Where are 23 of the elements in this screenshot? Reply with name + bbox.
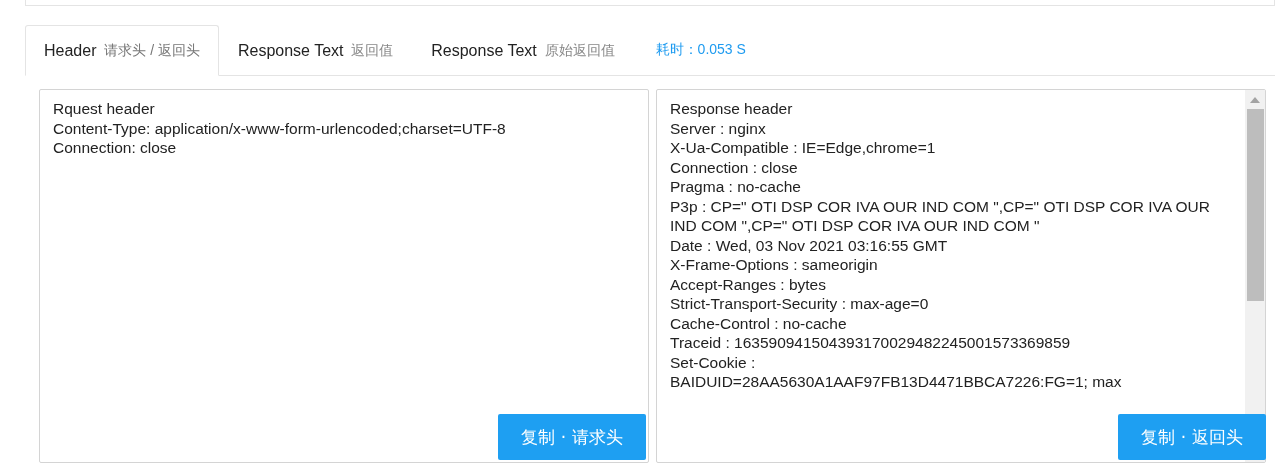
tab[interactable]: Header 请求头 / 返回头 [25,25,219,76]
header-line: Strict-Transport-Security : max-age=0 [670,294,930,314]
header-line: Connection: close [53,138,178,158]
header-line: X-Ua-Compatible : IE=Edge,chrome=1 [670,138,937,158]
header-line: BAIDUID=28AA5630A1AAF97FB13D4471BBCA7226:FG=1; max [670,372,1123,392]
scroll-up-arrow-icon[interactable] [1250,97,1260,103]
header-line: Cache-Control : no-cache [670,313,848,333]
tab[interactable]: Response Text 原始返回值 [412,25,634,76]
header-line: Connection : close [670,157,799,177]
tab[interactable]: Response Text 返回值 [218,25,413,76]
header-line: Set-Cookie : [670,352,757,372]
elapsed-time: 耗时：0.053 S [655,41,746,59]
header-line: P3p : CP=" OTI DSP COR IVA OUR IND COM ",CP=" OTI DSP COR IVA OUR IND COM ",CP=" OTI DSP COR IVA OUR IND COM " [670,196,1211,236]
header-line: Rquest header [53,99,156,119]
header-line: Response header [670,99,794,119]
header-line: Date : Wed, 03 Nov 2021 03:16:55 GMT [670,235,949,255]
header-line: Accept-Ranges : bytes [670,274,827,294]
header-line: Traceid : 163590941504393170029482245001573369859 [670,333,1072,353]
header-line: Server : nginx [670,118,767,138]
header-line: Content-Type: application/x-www-form-urlencoded;charset=UTF-8 [53,118,507,138]
header-line: X-Frame-Options : sameorigin [670,255,879,275]
scrollbar-thumb[interactable] [1246,109,1264,301]
header-line: Pragma : no-cache [670,177,802,197]
